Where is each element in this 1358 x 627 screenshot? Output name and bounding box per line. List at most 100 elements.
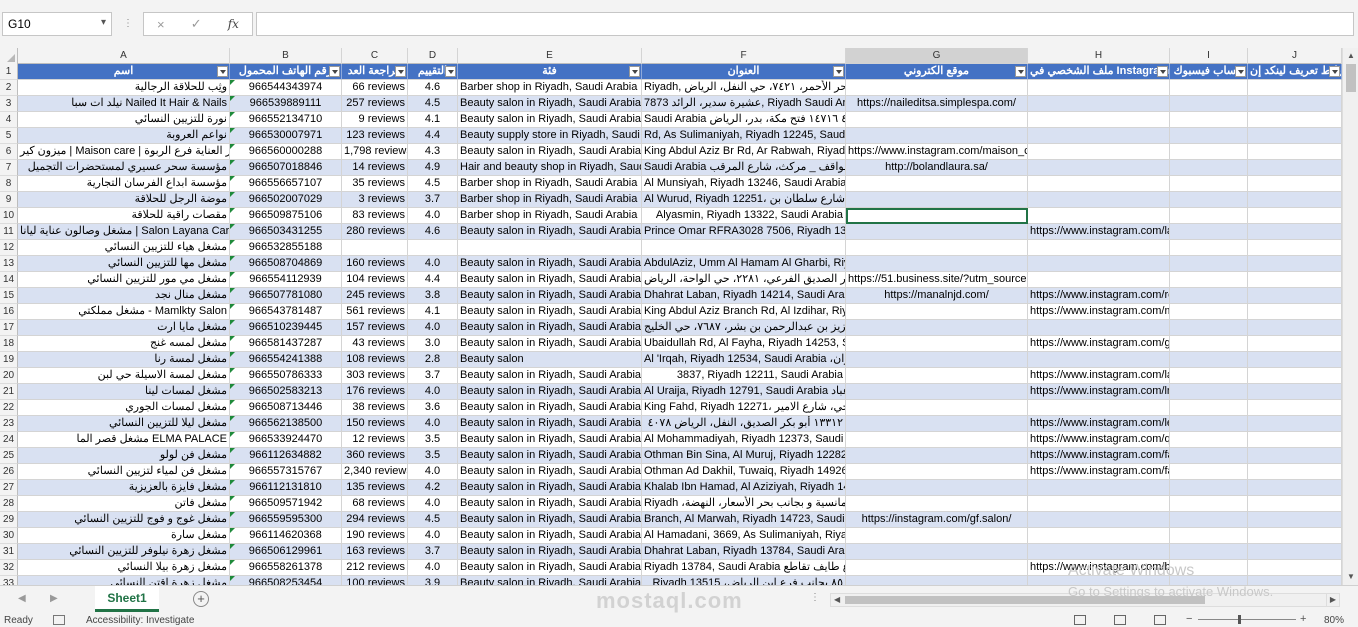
cell-instagram[interactable] bbox=[1028, 320, 1170, 336]
cell-reviews[interactable]: 100 reviews bbox=[342, 576, 408, 585]
row-header[interactable]: 32 bbox=[0, 560, 18, 576]
cell-rating[interactable]: 4.9 bbox=[408, 160, 458, 176]
cell-name[interactable]: مؤسسة سحر عسيري لمستحضرات التجميل bbox=[18, 160, 230, 176]
row-header[interactable]: 27 bbox=[0, 480, 18, 496]
scroll-down-icon[interactable]: ▼ bbox=[1345, 571, 1357, 583]
cell-category[interactable]: Beauty salon bbox=[458, 352, 642, 368]
cell-category[interactable]: Beauty salon in Riyadh, Saudi Arabia bbox=[458, 144, 642, 160]
cell-empty[interactable] bbox=[1170, 400, 1248, 416]
cell-phone[interactable]: 966112131810 bbox=[230, 480, 342, 496]
row-header[interactable]: 4 bbox=[0, 112, 18, 128]
zoom-slider-knob[interactable] bbox=[1238, 615, 1241, 624]
cell-empty[interactable] bbox=[1248, 528, 1342, 544]
cell-empty[interactable] bbox=[1248, 112, 1342, 128]
filter-dropdown-icon[interactable] bbox=[1235, 66, 1246, 77]
cell-empty[interactable] bbox=[1170, 448, 1248, 464]
cell-instagram[interactable] bbox=[1028, 528, 1170, 544]
cell-empty[interactable] bbox=[1248, 480, 1342, 496]
cell-instagram[interactable] bbox=[1028, 544, 1170, 560]
formula-input[interactable] bbox=[256, 12, 1354, 36]
row-header[interactable]: 1 bbox=[0, 64, 18, 80]
cell-phone[interactable]: 966510239445 bbox=[230, 320, 342, 336]
cell-website[interactable] bbox=[846, 544, 1028, 560]
cell-name[interactable]: مؤسسة ابداع الفرسان التجارية bbox=[18, 176, 230, 192]
cell-rating[interactable]: 4.0 bbox=[408, 560, 458, 576]
cell-empty[interactable] bbox=[1170, 288, 1248, 304]
normal-view-icon[interactable] bbox=[1074, 615, 1086, 625]
cell-instagram[interactable] bbox=[1028, 512, 1170, 528]
column-header-d[interactable]: D bbox=[408, 48, 458, 64]
cell-website[interactable] bbox=[846, 352, 1028, 368]
cell-website[interactable] bbox=[846, 240, 1028, 256]
cell-address[interactable]: Branch, Al Marwah, Riyadh 14723, Saudi A… bbox=[642, 512, 846, 528]
cell-reviews[interactable]: 83 reviews bbox=[342, 208, 408, 224]
row-header[interactable]: 18 bbox=[0, 336, 18, 352]
cell-category[interactable]: Beauty salon in Riyadh, Saudi Arabia bbox=[458, 336, 642, 352]
cell-website[interactable] bbox=[846, 384, 1028, 400]
filter-dropdown-icon[interactable] bbox=[833, 66, 844, 77]
cell-phone[interactable]: 966532855188 bbox=[230, 240, 342, 256]
cell-rating[interactable] bbox=[408, 240, 458, 256]
cell-website[interactable] bbox=[846, 464, 1028, 480]
cell-instagram[interactable] bbox=[1028, 192, 1170, 208]
cell-reviews[interactable]: 135 reviews bbox=[342, 480, 408, 496]
cell-empty[interactable] bbox=[1248, 96, 1342, 112]
cell-address[interactable]: Al Mohammadiyah, Riyadh 12373, Saudi Ara… bbox=[642, 432, 846, 448]
header-cell[interactable]: مراجعة العد bbox=[342, 64, 408, 80]
cell-name[interactable]: مشغل قصر الما ELMA PALACE bbox=[18, 432, 230, 448]
cell-empty[interactable] bbox=[1248, 560, 1342, 576]
cell-empty[interactable] bbox=[1170, 128, 1248, 144]
cell-website[interactable] bbox=[846, 336, 1028, 352]
cell-instagram[interactable] bbox=[1028, 208, 1170, 224]
cell-category[interactable]: Beauty salon in Riyadh, Saudi Arabia bbox=[458, 384, 642, 400]
cell-phone[interactable]: 966509875106 bbox=[230, 208, 342, 224]
row-header[interactable]: 16 bbox=[0, 304, 18, 320]
cell-website[interactable] bbox=[846, 560, 1028, 576]
cell-reviews[interactable]: 43 reviews bbox=[342, 336, 408, 352]
cell-website[interactable] bbox=[846, 576, 1028, 585]
cancel-icon[interactable]: × bbox=[157, 17, 165, 32]
cell-category[interactable]: Barber shop in Riyadh, Saudi Arabia bbox=[458, 176, 642, 192]
cell-rating[interactable]: 4.1 bbox=[408, 112, 458, 128]
column-header-i[interactable]: I bbox=[1170, 48, 1248, 64]
cell-rating[interactable]: 4.0 bbox=[408, 208, 458, 224]
cell-reviews[interactable]: 257 reviews bbox=[342, 96, 408, 112]
cell-website[interactable]: https://instagram.com/gf.salon/ bbox=[846, 512, 1028, 528]
cell-name[interactable]: مشغل زهرة نيلوفر للتزيين النسائي bbox=[18, 544, 230, 560]
cell-address[interactable]: Riyadh, البحر الأحمر، ٧٤٢١، حي النفل، ال… bbox=[642, 80, 846, 96]
cell-category[interactable]: Beauty salon in Riyadh, Saudi Arabia bbox=[458, 304, 642, 320]
cell-phone[interactable]: 966554241388 bbox=[230, 352, 342, 368]
filter-dropdown-icon[interactable] bbox=[329, 66, 340, 77]
row-header[interactable]: 17 bbox=[0, 320, 18, 336]
cell-empty[interactable] bbox=[1248, 464, 1342, 480]
cell-phone[interactable]: 966508704869 bbox=[230, 256, 342, 272]
cell-name[interactable]: مشغل منال نجد bbox=[18, 288, 230, 304]
cell-name[interactable]: مقصات راقية للحلاقة bbox=[18, 208, 230, 224]
cell-phone[interactable]: 966558261378 bbox=[230, 560, 342, 576]
cell-empty[interactable] bbox=[1248, 160, 1342, 176]
cell-instagram[interactable] bbox=[1028, 480, 1170, 496]
cell-reviews[interactable]: 2,340 reviews bbox=[342, 464, 408, 480]
cell-instagram[interactable] bbox=[1028, 176, 1170, 192]
cell-instagram[interactable]: https://www.instagram.com/mamlkty_salon bbox=[1028, 304, 1170, 320]
zoom-level[interactable]: 80% bbox=[1324, 615, 1344, 626]
cell-empty[interactable] bbox=[1170, 416, 1248, 432]
cell-reviews[interactable]: 108 reviews bbox=[342, 352, 408, 368]
cell-phone[interactable]: 966552134710 bbox=[230, 112, 342, 128]
cell-reviews[interactable]: 68 reviews bbox=[342, 496, 408, 512]
cell-phone[interactable]: 966507018846 bbox=[230, 160, 342, 176]
cell-instagram[interactable] bbox=[1028, 112, 1170, 128]
cell-phone[interactable]: 966508253454 bbox=[230, 576, 342, 585]
cell-empty[interactable] bbox=[1170, 224, 1248, 240]
cell-category[interactable]: Beauty salon in Riyadh, Saudi Arabia bbox=[458, 480, 642, 496]
cell-address[interactable]: Al Wurud, Riyadh 12251، شارع سلطان بن bbox=[642, 192, 846, 208]
cell-category[interactable]: Beauty salon in Riyadh, Saudi Arabia bbox=[458, 528, 642, 544]
cell-name[interactable]: مشغل غوج و فوج للتزيين النسائي bbox=[18, 512, 230, 528]
cell-empty[interactable] bbox=[1170, 208, 1248, 224]
cell-empty[interactable] bbox=[1170, 192, 1248, 208]
cell-category[interactable]: Beauty salon in Riyadh, Saudi Arabia bbox=[458, 112, 642, 128]
cell-instagram[interactable]: https://www.instagram.com/leala_beauty4u… bbox=[1028, 416, 1170, 432]
header-cell[interactable]: رقم الهاتف المحمول bbox=[230, 64, 342, 80]
cell-empty[interactable] bbox=[1170, 480, 1248, 496]
column-header-h[interactable]: H bbox=[1028, 48, 1170, 64]
